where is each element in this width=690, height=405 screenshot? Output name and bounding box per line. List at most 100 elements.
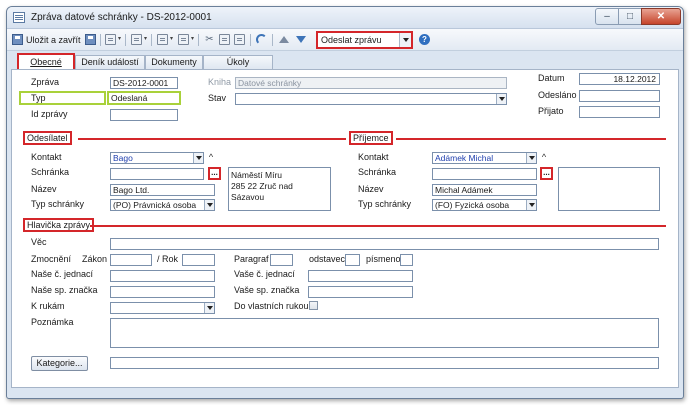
toolbar-separator (272, 34, 273, 46)
prijemce-nazev-label: Název (358, 184, 384, 194)
hlavicka-header: Hlavička zprávy (23, 218, 95, 232)
odeslano-label: Odesláno (538, 90, 577, 100)
poznamka-field[interactable] (110, 318, 659, 348)
vase-znacka-field[interactable] (308, 286, 413, 298)
window-title: Zpráva datové schránky - DS-2012-0001 (31, 12, 212, 23)
odesilatel-schranka-field[interactable] (110, 168, 204, 180)
send-action-value: Odeslat zprávu (321, 35, 382, 45)
chevron-down-icon[interactable] (496, 94, 506, 104)
toolbar-separator (100, 34, 101, 46)
datum-field[interactable]: 18.12.2012 (579, 73, 660, 85)
minimize-button[interactable]: – (595, 8, 619, 25)
help-icon[interactable]: ? (419, 34, 430, 45)
id-zpravy-field[interactable] (110, 109, 178, 121)
chevron-down-icon[interactable] (399, 33, 411, 47)
message-window: Zpráva datové schránky - DS-2012-0001 – … (6, 6, 684, 399)
chevron-down-icon[interactable] (526, 200, 536, 210)
tab-denik-udalosti[interactable]: Deník událostí (75, 55, 145, 69)
zakon-field[interactable] (110, 254, 152, 266)
typ-label: Typ (19, 91, 106, 105)
chevron-down-icon[interactable] (193, 153, 203, 163)
odeslano-field[interactable] (579, 90, 660, 102)
prijato-field[interactable] (579, 106, 660, 118)
general-panel: Zpráva DS-2012-0001 Kniha Datové schránk… (11, 69, 679, 388)
typ-field[interactable]: Odeslaná (107, 91, 181, 105)
prijemce-schranka-field[interactable] (432, 168, 537, 180)
vase-znacka-label: Vaše sp. značka (234, 285, 300, 295)
prijemce-typ-schranky-select[interactable]: (FO) Fyzická osoba (432, 199, 537, 211)
prijato-label: Přijato (538, 106, 564, 116)
stav-select[interactable] (235, 93, 507, 105)
vec-label: Věc (31, 237, 47, 247)
arrow-down-icon[interactable] (296, 36, 306, 43)
arrow-up-icon[interactable] (279, 36, 289, 43)
maximize-button[interactable]: □ (618, 8, 642, 25)
odstavec-field[interactable] (345, 254, 360, 266)
prijemce-header: Příjemce (349, 131, 393, 145)
zmocneni-label: Zmocnění (31, 254, 72, 264)
vase-jednaci-field[interactable] (308, 270, 413, 282)
odesilatel-typ-schranky-select[interactable]: (PO) Právnická osoba (110, 199, 215, 211)
toolbar-separator (198, 34, 199, 46)
nase-znacka-field[interactable] (110, 286, 215, 298)
odesilatel-schranka-label: Schránka (31, 167, 70, 177)
kniha-label: Kniha (208, 77, 232, 87)
do-vlastnich-rukou-label: Do vlastních rukou (234, 301, 309, 311)
print-icon[interactable] (105, 34, 116, 45)
odesilatel-divider (78, 138, 346, 140)
toolbar-separator (125, 34, 126, 46)
odesilatel-typ-schranky-label: Typ schránky (31, 199, 85, 209)
paste-icon[interactable] (234, 34, 245, 45)
rok-field[interactable] (182, 254, 215, 266)
prijemce-nazev-field[interactable]: Michal Adámek (432, 184, 537, 196)
copy-format-icon[interactable] (178, 34, 189, 45)
caret-up-icon[interactable]: ^ (207, 152, 215, 162)
tab-dokumenty[interactable]: Dokumenty (145, 55, 203, 69)
prijemce-kontakt-select[interactable]: Adámek Michal (432, 152, 537, 164)
nase-jednaci-label: Naše č. jednací (31, 269, 94, 279)
copy-icon[interactable] (219, 34, 230, 45)
odesilatel-schranka-browse-button[interactable]: ... (208, 167, 221, 180)
attach-dropdown-icon[interactable]: ▾ (170, 33, 175, 45)
prijemce-schranka-browse-button[interactable]: ... (540, 167, 553, 180)
nase-jednaci-field[interactable] (110, 270, 215, 282)
print-dropdown-icon[interactable]: ▾ (118, 33, 123, 45)
kategorie-button[interactable]: Kategorie... (31, 356, 88, 371)
tab-obecne[interactable]: Obecné (17, 53, 75, 70)
stav-label: Stav (208, 93, 227, 103)
caret-up-icon[interactable]: ^ (540, 152, 548, 162)
preview-dropdown-icon[interactable]: ▾ (144, 33, 149, 45)
odesilatel-nazev-field[interactable]: Bago Ltd. (110, 184, 215, 196)
zprava-field[interactable]: DS-2012-0001 (110, 77, 178, 89)
format-dropdown-icon[interactable]: ▾ (191, 33, 196, 45)
save-close-button[interactable]: Uložit a zavřít (26, 33, 81, 47)
cut-icon[interactable]: ✂ (204, 34, 215, 45)
chevron-down-icon[interactable] (204, 303, 214, 313)
attach-icon[interactable] (157, 34, 168, 45)
save-icon[interactable] (12, 34, 23, 45)
kategorie-field[interactable] (110, 357, 659, 369)
chevron-down-icon[interactable] (204, 200, 214, 210)
vec-field[interactable] (110, 238, 659, 250)
prijemce-kontakt-label: Kontakt (358, 152, 389, 162)
odesilatel-typ-schranky-value: (PO) Právnická osoba (113, 200, 197, 210)
tab-strip: Obecné Deník událostí Dokumenty Úkoly (7, 51, 683, 70)
preview-icon[interactable] (131, 34, 142, 45)
paragraf-field[interactable] (270, 254, 293, 266)
tab-label: Obecné (30, 57, 62, 67)
save-as-icon[interactable] (85, 34, 96, 45)
odesilatel-nazev-label: Název (31, 184, 57, 194)
tab-ukoly[interactable]: Úkoly (203, 55, 273, 69)
pismeno-label: písmeno (366, 254, 401, 264)
chevron-down-icon[interactable] (526, 153, 536, 163)
undo-icon[interactable] (256, 34, 267, 45)
send-action-select[interactable]: Odeslat zprávu (316, 31, 413, 49)
close-button[interactable]: ✕ (641, 8, 681, 25)
tab-label: Deník událostí (81, 57, 139, 67)
prijemce-divider (396, 138, 666, 140)
k-rukam-select[interactable] (110, 302, 215, 314)
do-vlastnich-rukou-checkbox[interactable] (309, 301, 318, 310)
pismeno-field[interactable] (400, 254, 413, 266)
prijemce-typ-schranky-value: (FO) Fyzická osoba (435, 200, 510, 210)
odesilatel-kontakt-select[interactable]: Bago (110, 152, 204, 164)
